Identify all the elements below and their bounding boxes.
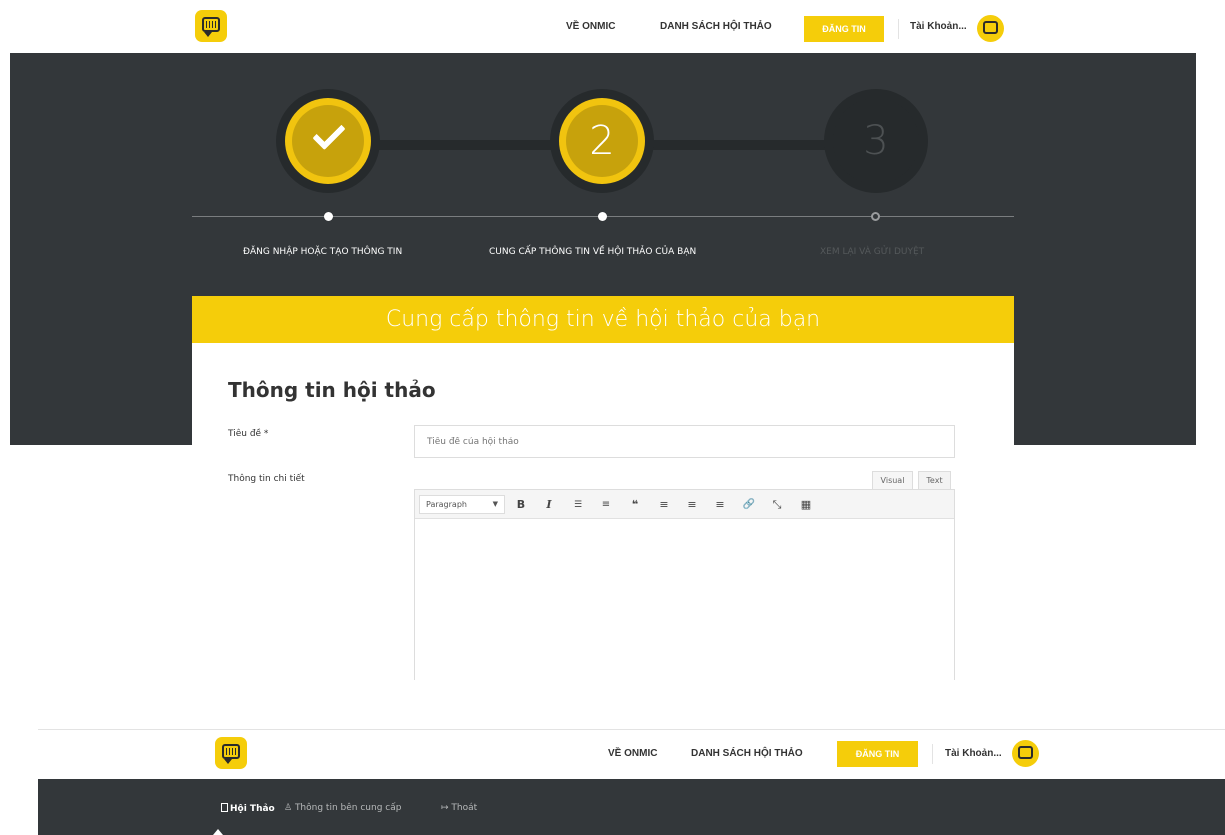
- blockquote-icon[interactable]: ❝: [627, 497, 643, 513]
- logo-tail: [224, 759, 232, 764]
- tab-visual[interactable]: Visual: [872, 471, 913, 491]
- form-section-title: Thông tin hội thảo: [228, 378, 436, 402]
- step-2-ring: 2: [559, 98, 645, 184]
- step-3-ring: 3: [833, 98, 919, 184]
- step-3-number: 3: [863, 118, 889, 164]
- form-card: Cung cấp thông tin về hội thảo của bạn T…: [192, 296, 1014, 680]
- card-heading: Cung cấp thông tin về hội thảo của bạn: [192, 296, 1014, 343]
- subnav-provider-info[interactable]: ♙ Thông tin bên cung cấp: [284, 803, 401, 813]
- site-logo[interactable]: [195, 10, 227, 42]
- step-1: [276, 89, 380, 193]
- check-icon: [312, 116, 346, 151]
- chevron-down-icon: ▼: [492, 500, 498, 508]
- step-2: 2: [550, 89, 654, 193]
- align-right-icon[interactable]: ≡: [712, 497, 728, 513]
- editor-content-area[interactable]: [415, 520, 954, 680]
- user-icon: ♙: [284, 803, 295, 813]
- align-center-icon[interactable]: ≡: [684, 497, 700, 513]
- step-2-core: 2: [566, 105, 638, 177]
- title-input[interactable]: [414, 425, 955, 458]
- step-1-dot: [324, 212, 333, 221]
- microphone-logo-icon: [222, 744, 240, 759]
- step-3-dot: [871, 212, 880, 221]
- step-1-label: ĐĂNG NHẬP HOẶC TẠO THÔNG TIN: [243, 247, 403, 257]
- nav-seminar-list[interactable]: DANH SÁCH HỘI THẢO: [660, 21, 772, 32]
- fullscreen-icon[interactable]: ⤡: [769, 497, 785, 513]
- toolbar-toggle-icon[interactable]: ▦: [798, 497, 814, 513]
- site-header: VỀ ONMIC DANH SÁCH HỘI THẢO ĐĂNG TIN Tài…: [0, 0, 1196, 53]
- nav-divider: [932, 744, 933, 764]
- avatar[interactable]: [1012, 740, 1039, 767]
- details-label: Thông tin chi tiết: [228, 474, 305, 484]
- post-button[interactable]: ĐĂNG TIN: [804, 16, 884, 42]
- editor-toolbar: Paragraph ▼ B I ☰ ≡ ❝ ≡ ≡ ≡ 🔗 ⤡ ▦: [415, 490, 954, 519]
- account-menu[interactable]: Tài Khoản...: [945, 748, 1002, 759]
- step-connector: [370, 140, 556, 150]
- italic-icon[interactable]: I: [541, 497, 557, 513]
- nav-seminar-list[interactable]: DANH SÁCH HỘI THẢO: [691, 748, 803, 759]
- format-select-value: Paragraph: [426, 500, 467, 509]
- nav-divider: [898, 19, 899, 39]
- subnav-seminars-label: Hội Thảo: [230, 804, 275, 814]
- bold-icon[interactable]: B: [513, 497, 529, 513]
- align-left-icon[interactable]: ≡: [656, 497, 672, 513]
- document-icon: [221, 803, 228, 812]
- subnav-logout-label: Thoát: [451, 803, 478, 813]
- active-indicator-icon: [213, 829, 223, 835]
- account-menu[interactable]: Tài Khoản...: [910, 21, 967, 32]
- subnav-logout[interactable]: ↦ Thoát: [441, 803, 477, 813]
- avatar[interactable]: [977, 15, 1004, 42]
- logout-icon: ↦: [441, 803, 452, 813]
- post-button[interactable]: ĐĂNG TIN: [837, 741, 918, 767]
- avatar-logo-icon: [1018, 746, 1033, 759]
- step-2-number: 2: [589, 118, 615, 164]
- link-icon[interactable]: 🔗: [741, 497, 757, 513]
- subnav-provider-info-label: Thông tin bên cung cấp: [294, 803, 402, 813]
- tab-text[interactable]: Text: [918, 471, 951, 491]
- dashboard-band: [38, 779, 1225, 835]
- rich-text-editor: Paragraph ▼ B I ☰ ≡ ❝ ≡ ≡ ≡ 🔗 ⤡ ▦: [414, 489, 955, 680]
- page-viewport: VỀ ONMIC DANH SÁCH HỘI THẢO ĐĂNG TIN Tài…: [0, 0, 1196, 680]
- numbered-list-icon[interactable]: ≡: [598, 497, 614, 513]
- title-label: Tiêu đề *: [228, 429, 269, 439]
- microphone-logo-icon: [202, 17, 220, 32]
- dashboard-viewport: VỀ ONMIC DANH SÁCH HỘI THẢO ĐĂNG TIN Tài…: [0, 729, 1225, 835]
- nav-about[interactable]: VỀ ONMIC: [566, 21, 615, 32]
- step-1-core: [292, 105, 364, 177]
- format-select[interactable]: Paragraph ▼: [419, 495, 505, 514]
- bullet-list-icon[interactable]: ☰: [570, 497, 586, 513]
- subnav-seminars[interactable]: Hội Thảo: [221, 803, 275, 814]
- site-logo[interactable]: [215, 737, 247, 769]
- step-3: 3: [824, 89, 928, 193]
- step-connector: [645, 140, 831, 150]
- step-2-label: CUNG CẤP THÔNG TIN VỀ HỘI THẢO CỦA BẠN: [489, 247, 697, 257]
- avatar-logo-icon: [983, 21, 998, 34]
- step-3-label: XEM LẠI VÀ GỬI DUYỆT: [820, 247, 925, 257]
- nav-about[interactable]: VỀ ONMIC: [608, 748, 657, 759]
- step-2-dot: [598, 212, 607, 221]
- step-1-ring: [285, 98, 371, 184]
- logo-tail: [204, 32, 212, 37]
